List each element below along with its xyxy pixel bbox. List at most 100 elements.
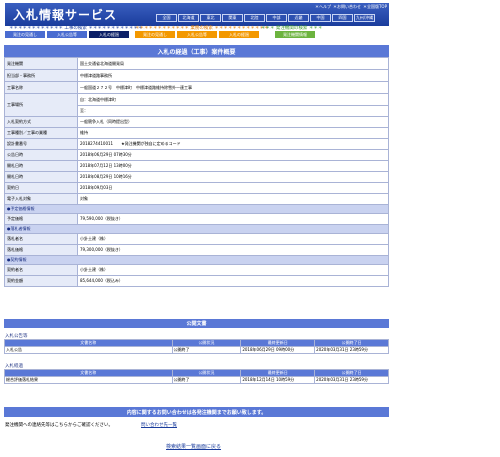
- field-label: 工事種別／工事の業種: [4, 127, 78, 139]
- tab-construction-notices[interactable]: 入札公告等: [47, 31, 87, 38]
- region-button[interactable]: 中部: [266, 14, 287, 22]
- field-value: 自：北海道中標津町: [77, 93, 389, 106]
- field-value: 小針土建（株）: [77, 264, 389, 276]
- field-value: 至：: [77, 105, 389, 117]
- site-title: 入札情報サービス: [13, 8, 118, 22]
- field-label: 開札日時: [4, 171, 78, 183]
- field-label: 契約日: [4, 182, 78, 194]
- field-value: 2018年06月29日 07時30分: [77, 149, 389, 161]
- column-header: 最終更新日: [240, 339, 316, 347]
- document-end: 2020年03月31日 23時59分: [314, 346, 389, 354]
- column-header: 公開終了日: [314, 339, 389, 347]
- table-row: 発注機関 国土交通省北海道開発局: [4, 57, 389, 70]
- back-to-results-link[interactable]: 検索結果一覧画面に戻る: [166, 443, 221, 450]
- region-button[interactable]: 関東: [222, 14, 243, 22]
- nav-tabs: 発注の見通し 入札公告等 入札の経過 発注の見通し 入札公告等 入札の経過 発注…: [5, 31, 389, 38]
- document-end: 2020年03月31日 23時59分: [314, 376, 389, 384]
- field-value: 79,300,000（税抜き）: [77, 244, 389, 256]
- case-detail-table: 発注機関 国土交通省北海道開発局 担当部・事務所 中標津道路事務所 工事名称 一…: [4, 57, 389, 287]
- field-label: 発注機関: [4, 57, 78, 70]
- table-row: 落札価格 79,300,000（税抜き）: [4, 244, 389, 256]
- table-row: 担当部・事務所 中標津道路事務所: [4, 69, 389, 82]
- table-row: 入札公告 公開終了 2018年06月29日 09時00分 2020年03月31日…: [4, 346, 389, 354]
- table-row: 工事種別／工事の業種 維持: [4, 127, 389, 139]
- document-status: 公開終了: [171, 376, 242, 384]
- table-row: 工事名称 一般国道２７２号 中標津町 中標津道路維持除雪外一連工事: [4, 81, 389, 94]
- document-status: 公開終了: [171, 346, 242, 354]
- field-value: 一般国道２７２号 中標津町 中標津道路維持除雪外一連工事: [77, 81, 389, 94]
- column-header: 公開終了日: [314, 369, 389, 377]
- table-row: 契約金額 85,644,000（税込み）: [4, 275, 389, 287]
- field-label: 契約金額: [4, 275, 78, 287]
- region-button[interactable]: 北海道: [178, 14, 199, 22]
- contact-link[interactable]: ＊お問い合わせ: [333, 4, 361, 10]
- field-label: 落札価格: [4, 244, 78, 256]
- field-value: 維持: [77, 127, 389, 139]
- document-group: 入札公告等 文書名称 公開状況 最終更新日 公開終了日 入札公告 公開終了 20…: [4, 332, 389, 354]
- section-header: ●落札者情報: [4, 224, 389, 234]
- table-header-row: 文書名称 公開状況 最終更新日 公開終了日: [4, 369, 389, 377]
- document-group-label: 入札経過: [5, 363, 23, 369]
- help-link[interactable]: ＊ヘルプ: [315, 4, 331, 10]
- region-button[interactable]: 中国: [310, 14, 331, 22]
- region-button[interactable]: 四国: [332, 14, 353, 22]
- table-row: 開札日時 2018年08月29日 10時16分: [4, 171, 389, 183]
- tab-agency-info[interactable]: 発注機関情報: [275, 31, 315, 38]
- field-label: 工事場所: [4, 93, 78, 117]
- field-value: 国土交通省北海道開発局: [77, 57, 389, 70]
- tab-construction-results[interactable]: 入札の経過: [89, 31, 129, 38]
- table-row: 入札契約方式 一般競争入札（同時提出型）: [4, 116, 389, 128]
- contact-notice-bar: 内容に関するお問い合わせは各発注機関までお願い致します。: [4, 407, 389, 417]
- table-row: 契約日 2018年09月03日: [4, 182, 389, 194]
- section-label: ●落札者情報: [4, 224, 389, 234]
- national-top-link[interactable]: ＊全国版TOP: [363, 4, 387, 10]
- tab-services-results[interactable]: 入札の経過: [219, 31, 259, 38]
- contact-info-text: 発注機関への連絡先等はこちらからご確認ください。: [5, 423, 113, 428]
- field-label: 開札日時: [4, 160, 78, 172]
- field-value: 79,590,000（税抜き）: [77, 213, 389, 225]
- document-table: 文書名称 公開状況 最終更新日 公開終了日 入札公告 公開終了 2018年06月…: [4, 339, 389, 354]
- public-documents: 公開文書 入札公告等 文書名称 公開状況 最終更新日 公開終了日 入札公告 公開…: [4, 319, 389, 384]
- section-label: ●予定価格情報: [4, 204, 389, 214]
- region-button[interactable]: 東北: [200, 14, 221, 22]
- top-links: ＊ヘルプ ＊お問い合わせ ＊全国版TOP: [315, 4, 387, 10]
- case-summary: 入札の経過（工事）案件概要 発注機関 国土交通省北海道開発局 担当部・事務所 中…: [4, 45, 389, 287]
- table-header-row: 文書名称 公開状況 最終更新日 公開終了日: [4, 339, 389, 347]
- section-label: ●契約情報: [4, 255, 389, 265]
- document-group-label: 入札公告等: [5, 333, 28, 339]
- section-header: ●契約情報: [4, 255, 389, 265]
- contact-list-link[interactable]: 問い合わせ先一覧: [141, 422, 177, 428]
- region-button[interactable]: 全国: [156, 14, 177, 22]
- region-button[interactable]: 近畿: [288, 14, 309, 22]
- field-value: 85,644,000（税込み）: [77, 275, 389, 287]
- tab-services-outlook[interactable]: 発注の見通し: [135, 31, 175, 38]
- table-row: 予定価格 79,590,000（税抜き）: [4, 213, 389, 225]
- field-value: 2018年09月03日: [77, 182, 389, 194]
- field-label: 担当部・事務所: [4, 69, 78, 82]
- column-header: 公開状況: [171, 369, 242, 377]
- table-row: 総合評価落札結果 公開終了 2018年12月14日 10時59分 2020年03…: [4, 376, 389, 384]
- field-value: 対象: [77, 193, 389, 205]
- field-label: 契約者名: [4, 264, 78, 276]
- table-row: 設計書番号 2018274410011 ★発注機関が独自に定めるコード: [4, 138, 389, 150]
- section-header: ●予定価格情報: [4, 204, 389, 214]
- tab-services-notices[interactable]: 入札公告等: [177, 31, 217, 38]
- page-title: 入札の経過（工事）案件概要: [4, 45, 389, 57]
- field-value: 2018年07月12日 13時00分: [77, 160, 389, 172]
- region-selector: 全国 北海道 東北 関東 北陸 中部 近畿 中国 四国 九州/沖縄: [156, 14, 375, 22]
- field-label: 設計書番号: [4, 138, 78, 150]
- tab-construction-outlook[interactable]: 発注の見通し: [5, 31, 45, 38]
- document-name: 入札公告: [4, 346, 173, 354]
- public-documents-title: 公開文書: [4, 319, 389, 328]
- field-label: 電子入札対象: [4, 193, 78, 205]
- field-value: 小針土建（株）: [77, 233, 389, 245]
- field-label: 落札者名: [4, 233, 78, 245]
- table-row: 契約者名 小針土建（株）: [4, 264, 389, 276]
- field-value: 中標津道路事務所: [77, 69, 389, 82]
- field-value: 一般競争入札（同時提出型）: [77, 116, 389, 128]
- region-button[interactable]: 九州/沖縄: [354, 14, 375, 22]
- document-updated: 2018年06月29日 09時00分: [240, 346, 316, 354]
- field-label: 公告日時: [4, 149, 78, 161]
- field-value: 2018年08月29日 10時16分: [77, 171, 389, 183]
- region-button[interactable]: 北陸: [244, 14, 265, 22]
